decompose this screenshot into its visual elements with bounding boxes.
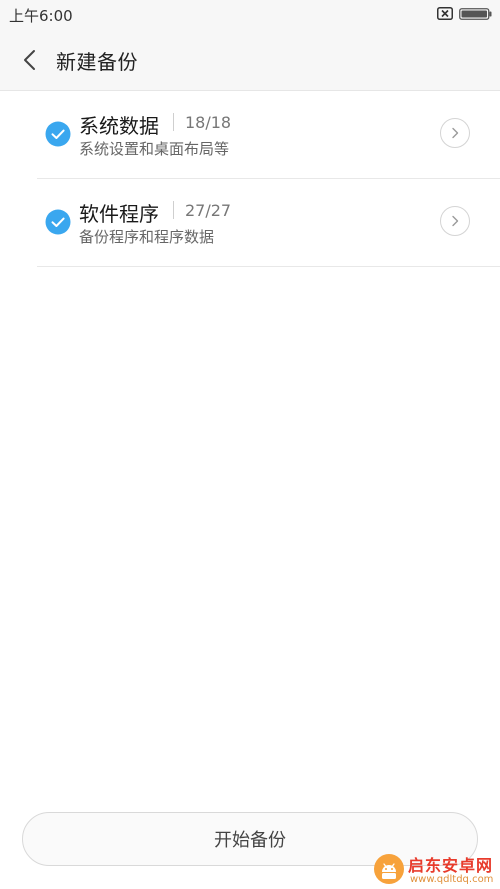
watermark: 启东安卓网 www.qdltdq.com (372, 852, 500, 889)
item-subtitle: 系统设置和桌面布局等 (79, 140, 230, 158)
item-detail-button[interactable] (440, 118, 470, 148)
item-detail-button[interactable] (440, 206, 470, 236)
android-logo-icon (374, 854, 404, 884)
checked-circle-icon[interactable] (45, 121, 71, 147)
chevron-right-icon (452, 215, 459, 227)
chevron-right-icon (452, 127, 459, 139)
item-count: 18/18 (185, 113, 232, 132)
watermark-title: 启东安卓网 (408, 856, 494, 875)
sim-off-icon (437, 7, 453, 20)
status-bar: 上午6:00 (0, 0, 500, 30)
item-title: 系统数据 (79, 114, 159, 138)
backup-category-list: 系统数据 18/18 系统设置和桌面布局等 软件程序 27/27 备份程序和程序… (0, 91, 500, 267)
list-item-software-apps[interactable]: 软件程序 27/27 备份程序和程序数据 (37, 179, 500, 267)
item-title: 软件程序 (79, 202, 159, 226)
battery-icon (459, 8, 492, 20)
checked-circle-icon[interactable] (45, 209, 71, 235)
list-item-system-data[interactable]: 系统数据 18/18 系统设置和桌面布局等 (37, 91, 500, 179)
item-divider (173, 201, 174, 219)
item-count: 27/27 (185, 201, 232, 220)
status-time: 上午6:00 (9, 7, 73, 25)
back-chevron-icon (24, 50, 35, 70)
watermark-url: www.qdltdq.com (410, 874, 494, 885)
item-divider (173, 113, 174, 131)
item-subtitle: 备份程序和程序数据 (79, 228, 215, 246)
screen: 上午6:00 新建备份 系统数据 18/18 系统设置和桌面布局等 软件程序 2… (0, 0, 500, 889)
title-bar: 新建备份 (0, 30, 500, 91)
page-title: 新建备份 (56, 50, 138, 74)
back-button[interactable] (14, 44, 46, 76)
